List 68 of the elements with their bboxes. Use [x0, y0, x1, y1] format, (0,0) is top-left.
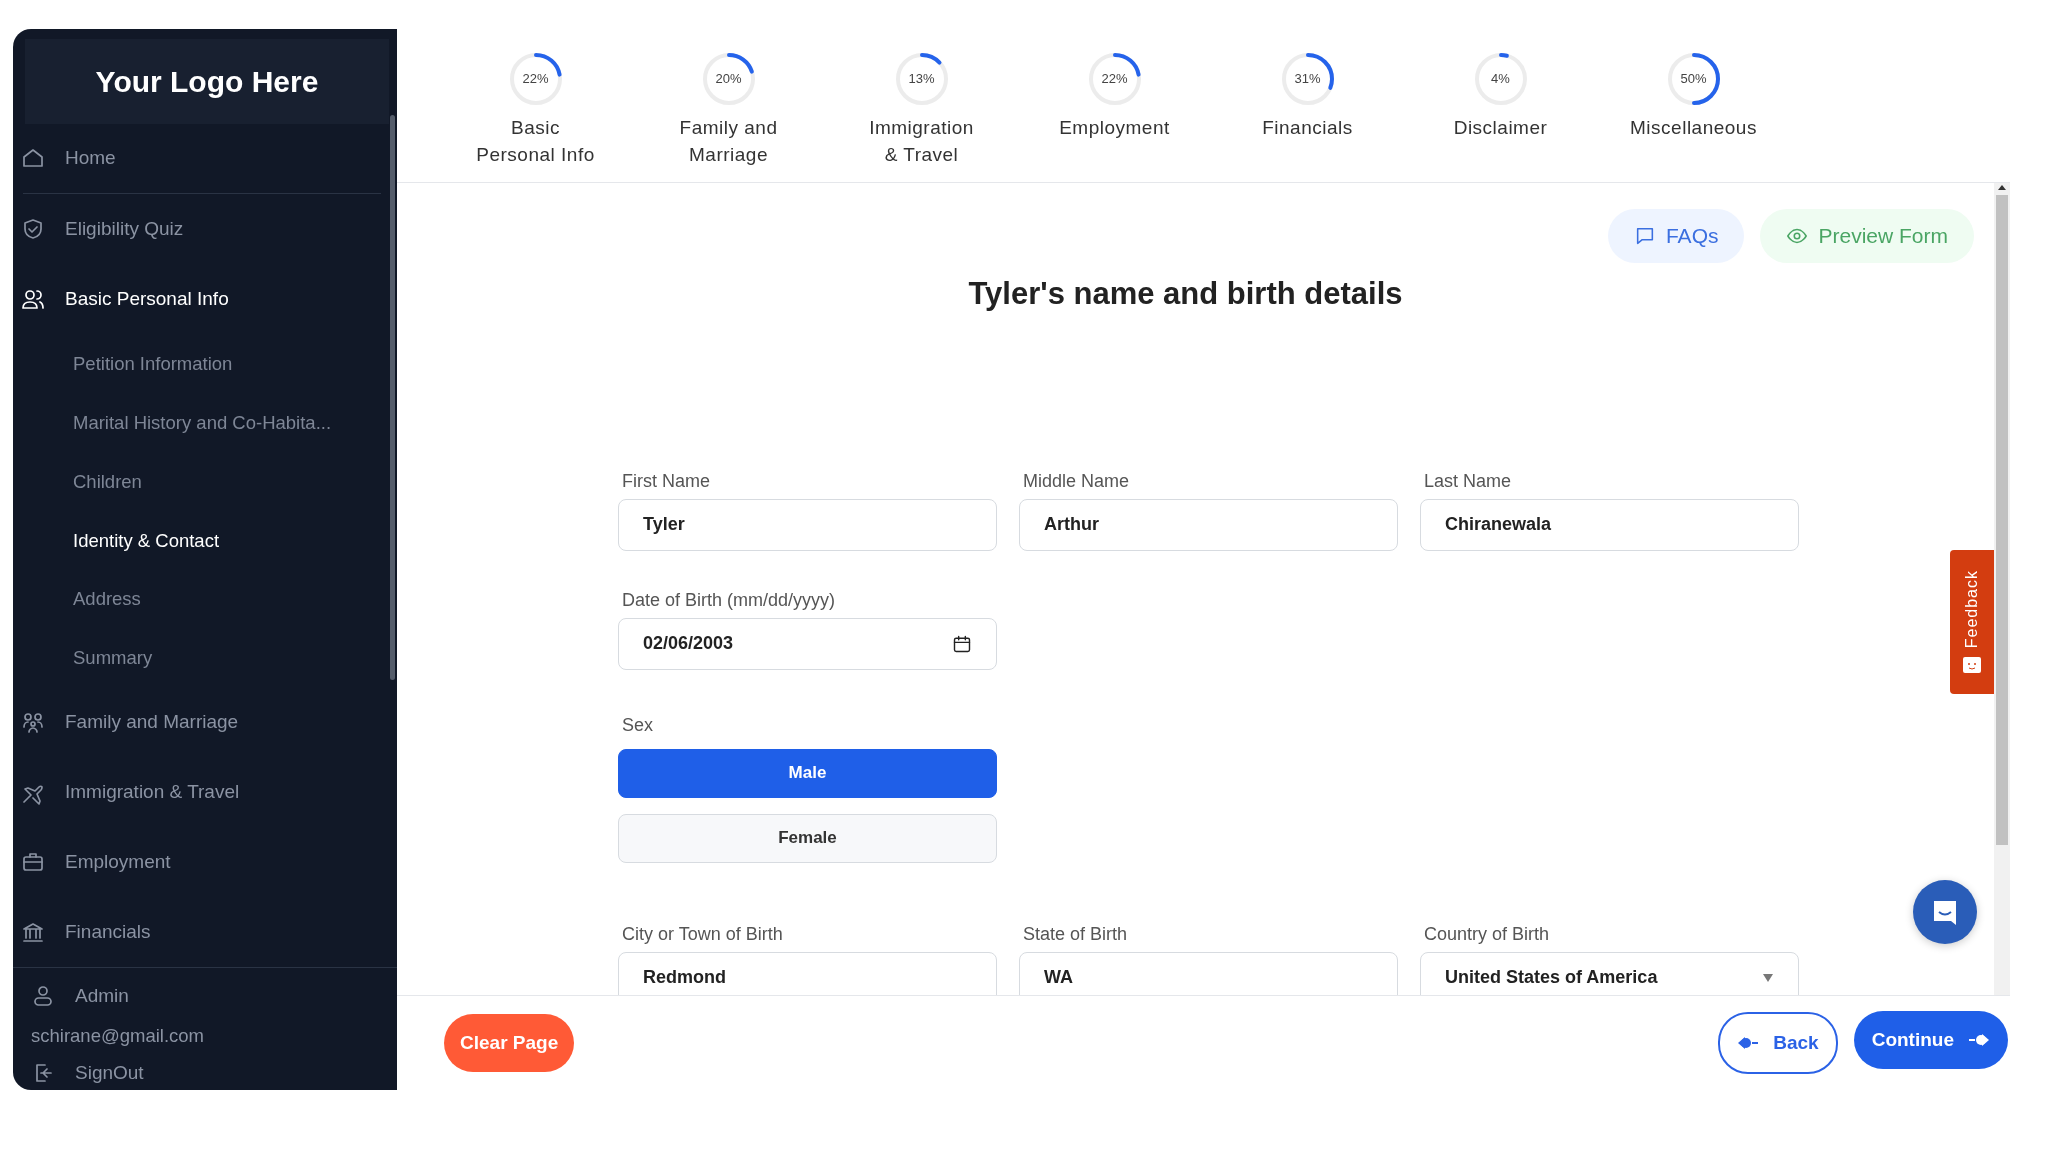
step-label[interactable]: Basic Personal Info	[476, 115, 595, 169]
sidebar-subitem[interactable]: Petition Information	[13, 333, 397, 393]
logo: Your Logo Here	[25, 39, 389, 124]
sidebar-item[interactable]: Home	[13, 123, 397, 194]
step-label[interactable]: Immigration & Travel	[869, 115, 974, 169]
sidebar-item[interactable]: Employment	[13, 827, 397, 898]
progress-percent: 22%	[1100, 70, 1129, 89]
sidebar-subitem[interactable]: Children	[13, 451, 397, 511]
sidebar-subitem[interactable]: Marital History and Co-Habita...	[13, 392, 397, 452]
user-name: Admin	[75, 983, 129, 1008]
step-label[interactable]: Financials	[1262, 115, 1353, 142]
sidebar-item[interactable]: Basic Personal Info	[13, 264, 397, 334]
continue-button[interactable]: Continue	[1853, 1011, 2008, 1069]
shield-icon	[21, 217, 45, 242]
date-field[interactable]: 02/06/2003	[618, 617, 997, 670]
field-label: First Name	[621, 469, 711, 493]
field-label: Middle Name	[1022, 469, 1131, 493]
field-label: City or Town of Birth	[621, 922, 784, 946]
step-label[interactable]: Family and Marriage	[679, 115, 778, 169]
field-label: Last Name	[1423, 469, 1513, 493]
step-label[interactable]: Employment	[1059, 115, 1170, 142]
sidebar-subitem[interactable]: Identity & Contact	[13, 510, 397, 570]
calendar-icon[interactable]	[952, 633, 972, 654]
back-button[interactable]: Back	[1718, 1012, 1838, 1074]
user-icon	[31, 984, 55, 1009]
forward-arrow-icon	[1968, 1033, 1990, 1047]
dropdown[interactable]: United States of America	[1420, 951, 1799, 995]
scrollbar[interactable]	[1994, 183, 2010, 995]
input-field[interactable]: Tyler	[618, 498, 997, 551]
sidebar-subitem[interactable]: Summary	[13, 628, 397, 688]
input-field[interactable]: Redmond	[618, 951, 997, 995]
clear-page-button[interactable]: Clear Page	[444, 1014, 575, 1072]
progress-percent: 13%	[907, 70, 936, 89]
back-arrow-icon	[1737, 1036, 1760, 1050]
step-label[interactable]: Disclaimer	[1453, 115, 1548, 142]
progress-percent: 31%	[1293, 70, 1322, 89]
input-field[interactable]: Arthur	[1019, 498, 1398, 551]
progress-percent: 4%	[1490, 70, 1511, 89]
sidebar-item[interactable]: Financials	[13, 897, 397, 968]
sidebar-subitem[interactable]: Address	[13, 569, 397, 629]
smiley-icon	[1962, 656, 1982, 675]
field-label: State of Birth	[1022, 922, 1129, 946]
input-field[interactable]: WA	[1019, 951, 1398, 995]
sex-option[interactable]: Female	[618, 813, 997, 863]
user-email: schirane@gmail.com	[30, 1024, 205, 1049]
form-title: Tyler's name and birth details	[967, 275, 1404, 313]
progress-percent: 22%	[521, 70, 550, 89]
chat-button[interactable]	[1913, 880, 1977, 944]
users-icon	[21, 287, 45, 312]
sidebar-scrollbar[interactable]	[390, 115, 395, 680]
sidebar-item[interactable]: Family and Marriage	[13, 687, 397, 758]
step-label[interactable]: Miscellaneous	[1630, 115, 1757, 142]
progress-percent: 20%	[714, 70, 743, 89]
signout-link[interactable]: SignOut	[13, 1056, 397, 1091]
field-label: Sex	[621, 713, 655, 737]
caret-icon	[1762, 972, 1774, 983]
field-label: Date of Birth (mm/dd/yyyy)	[621, 588, 837, 612]
input-field[interactable]: Chiranewala	[1420, 498, 1799, 551]
faqs-button[interactable]: FAQs	[1607, 209, 1745, 263]
sidebar-item[interactable]: Eligibility Quiz	[13, 194, 397, 265]
feedback-tab[interactable]: Feedback	[1950, 550, 1994, 694]
progress-percent: 50%	[1679, 70, 1708, 89]
sidebar-item[interactable]: Immigration & Travel	[13, 757, 397, 828]
sex-option[interactable]: Male	[618, 748, 997, 798]
field-label: Country of Birth	[1423, 922, 1551, 946]
scroll-up-icon[interactable]	[1997, 183, 2007, 191]
family-icon	[21, 710, 45, 735]
bank-icon	[21, 920, 45, 945]
